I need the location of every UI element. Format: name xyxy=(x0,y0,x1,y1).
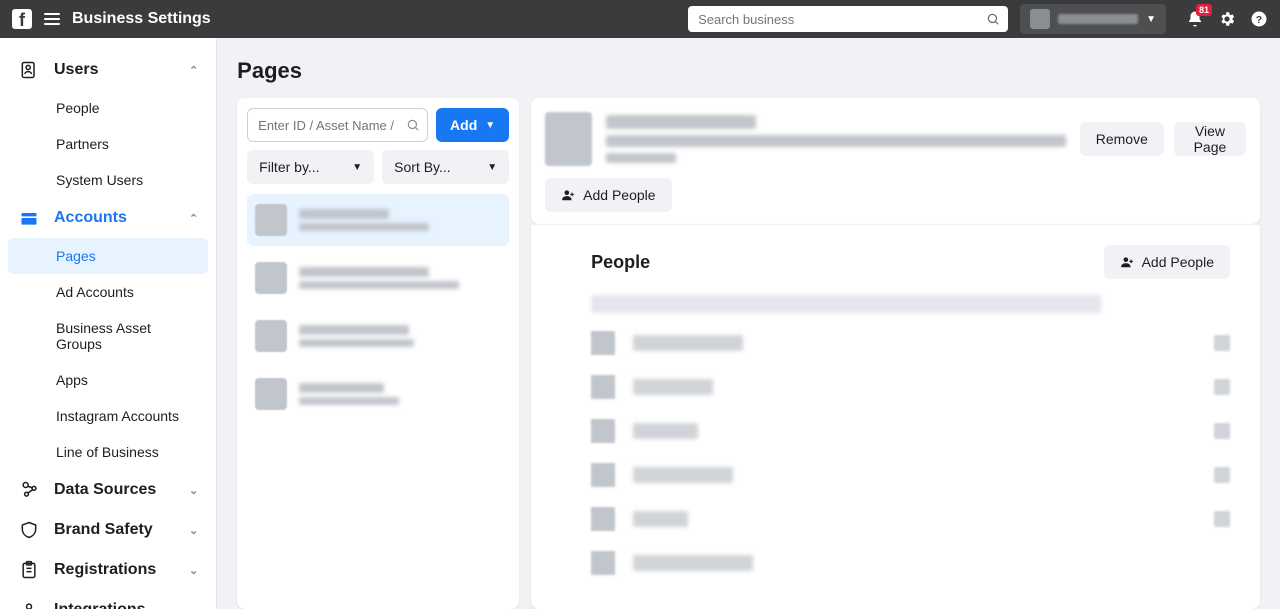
clipboard-icon xyxy=(18,560,40,580)
chevron-up-icon: ⌃ xyxy=(189,212,198,225)
search-icon xyxy=(406,118,420,132)
sort-dropdown[interactable]: Sort By... ▼ xyxy=(382,150,509,184)
chevron-down-icon: ⌄ xyxy=(189,564,198,577)
chevron-down-icon: ⌄ xyxy=(189,484,198,497)
sidebar-header-accounts[interactable]: Accounts ⌃ xyxy=(0,198,216,238)
sidebar-item-partners[interactable]: Partners xyxy=(8,126,208,162)
search-icon[interactable] xyxy=(986,12,1000,26)
list-item[interactable] xyxy=(247,252,509,304)
help-button[interactable]: ? xyxy=(1250,10,1268,28)
sidebar-item-apps[interactable]: Apps xyxy=(8,362,208,398)
notification-badge: 81 xyxy=(1196,4,1212,16)
add-person-icon xyxy=(1120,255,1134,269)
view-page-button[interactable]: View Page xyxy=(1174,122,1246,156)
page-thumbnail xyxy=(545,112,592,166)
notifications-button[interactable]: 81 xyxy=(1186,10,1204,28)
sidebar-item-system-users[interactable]: System Users xyxy=(8,162,208,198)
asset-detail-header: Remove View Page Add People xyxy=(531,98,1260,224)
svg-text:?: ? xyxy=(1256,14,1262,26)
list-item[interactable] xyxy=(247,310,509,362)
page-thumbnail xyxy=(255,204,287,236)
integrations-icon xyxy=(18,600,40,609)
sidebar-item-business-asset-groups[interactable]: Business Asset Groups xyxy=(8,310,208,362)
sidebar-item-people[interactable]: People xyxy=(8,90,208,126)
sidebar-item-ad-accounts[interactable]: Ad Accounts xyxy=(8,274,208,310)
chevron-down-icon: ⌄ xyxy=(189,524,198,537)
list-item[interactable] xyxy=(247,368,509,420)
search-input[interactable] xyxy=(688,6,1008,32)
sidebar-item-pages[interactable]: Pages xyxy=(8,238,208,274)
chevron-down-icon: ▼ xyxy=(485,120,495,131)
sidebar: Users ⌃ People Partners System Users Acc… xyxy=(0,38,217,609)
business-avatar xyxy=(1030,9,1050,29)
settings-button[interactable] xyxy=(1218,10,1236,28)
menu-icon[interactable] xyxy=(44,13,60,25)
business-selector[interactable]: ▼ xyxy=(1020,4,1166,34)
add-people-button[interactable]: Add People xyxy=(545,178,671,212)
page-header-title: Business Settings xyxy=(72,10,211,28)
business-name xyxy=(1058,14,1138,24)
page-title: Pages xyxy=(237,58,1260,84)
data-sources-icon xyxy=(18,480,40,500)
add-person-icon xyxy=(561,188,575,202)
chevron-up-icon: ⌃ xyxy=(189,64,198,77)
sidebar-header-integrations[interactable]: Integrations ⌄ xyxy=(0,590,216,609)
remove-button[interactable]: Remove xyxy=(1080,122,1164,156)
people-row[interactable] xyxy=(591,375,1230,399)
sidebar-header-registrations[interactable]: Registrations ⌄ xyxy=(0,550,216,590)
accounts-icon xyxy=(18,208,40,228)
sidebar-header-users[interactable]: Users ⌃ xyxy=(0,50,216,90)
chevron-down-icon: ▼ xyxy=(352,162,362,173)
page-thumbnail xyxy=(255,378,287,410)
sidebar-header-brand-safety[interactable]: Brand Safety ⌄ xyxy=(0,510,216,550)
people-section-title: People xyxy=(591,252,650,273)
users-icon xyxy=(18,60,40,80)
chevron-down-icon: ▼ xyxy=(1146,14,1156,25)
asset-search-input[interactable] xyxy=(247,108,428,142)
page-thumbnail xyxy=(255,320,287,352)
sidebar-item-instagram-accounts[interactable]: Instagram Accounts xyxy=(8,398,208,434)
people-row[interactable] xyxy=(591,419,1230,443)
asset-people-section: People Add People xyxy=(531,224,1260,609)
list-item[interactable] xyxy=(247,194,509,246)
filter-dropdown[interactable]: Filter by... ▼ xyxy=(247,150,374,184)
facebook-logo[interactable]: f xyxy=(12,9,32,29)
people-row[interactable] xyxy=(591,331,1230,355)
sidebar-header-data-sources[interactable]: Data Sources ⌄ xyxy=(0,470,216,510)
add-button[interactable]: Add ▼ xyxy=(436,108,509,142)
people-row[interactable] xyxy=(591,507,1230,531)
shield-icon xyxy=(18,520,40,540)
chevron-down-icon: ▼ xyxy=(487,162,497,173)
people-row[interactable] xyxy=(591,463,1230,487)
page-thumbnail xyxy=(255,262,287,294)
chevron-down-icon: ⌄ xyxy=(189,604,198,609)
add-people-button[interactable]: Add People xyxy=(1104,245,1230,279)
asset-list-panel: Add ▼ Filter by... ▼ Sort By... ▼ xyxy=(237,98,519,609)
people-row[interactable] xyxy=(591,551,1230,575)
sidebar-item-line-of-business[interactable]: Line of Business xyxy=(8,434,208,470)
